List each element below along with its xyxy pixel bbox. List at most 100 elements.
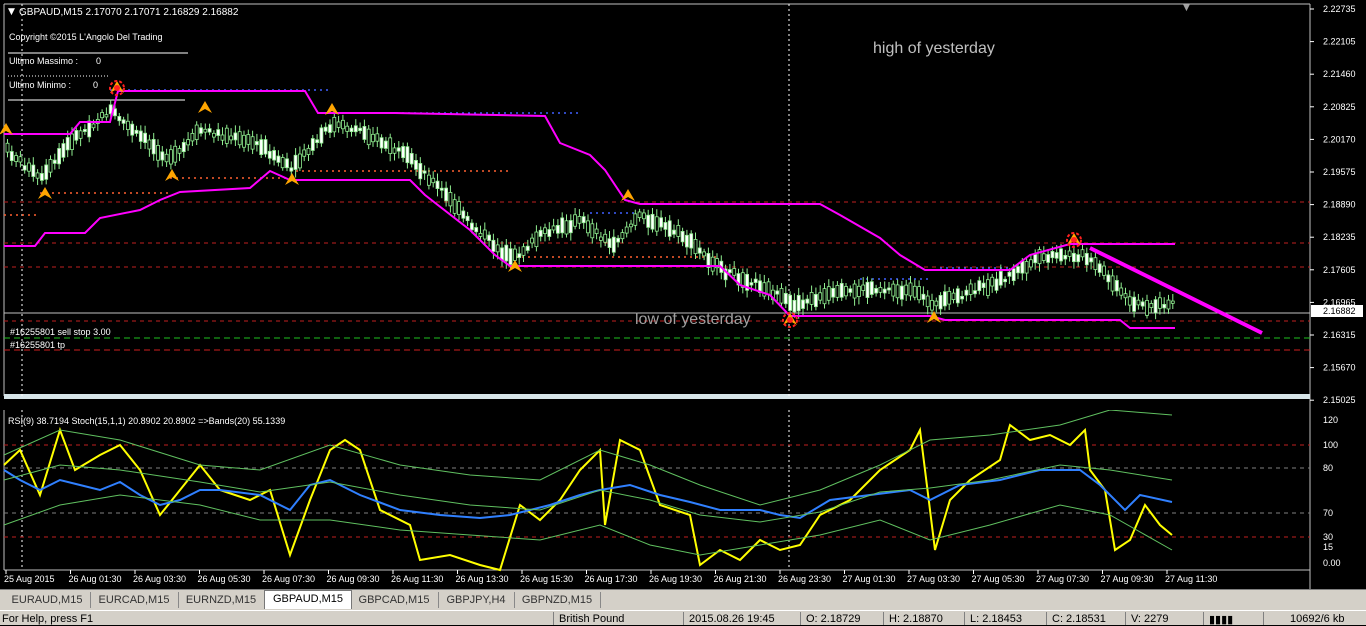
tab-euraud-m15[interactable]: EURAUD,M15 <box>4 592 91 608</box>
candle-body <box>912 285 917 298</box>
candle-body <box>560 217 565 234</box>
candle-body <box>418 163 423 180</box>
candle-body <box>796 294 801 312</box>
candle-body <box>74 130 79 141</box>
indicator-chart[interactable]: RSI(9) 38.7194 Stoch(15,1,1) 20.8902 20.… <box>0 410 1366 590</box>
time-tick-label: 26 Aug 17:30 <box>585 574 638 584</box>
candle-body <box>839 283 844 298</box>
candle-body <box>224 127 229 144</box>
time-tick-label: 26 Aug 07:30 <box>262 574 315 584</box>
candle-body <box>844 286 848 297</box>
candle-body <box>577 216 582 224</box>
price-tick-label: 2.18235 <box>1323 232 1356 242</box>
scroll-marker-icon[interactable]: ▼ <box>1183 3 1190 13</box>
collapse-arrow-icon[interactable]: ▼ <box>8 7 15 17</box>
candle-body <box>18 156 23 163</box>
tab-eurcad-m15[interactable]: EURCAD,M15 <box>90 592 179 608</box>
candle-body <box>513 248 517 261</box>
candle-body <box>814 294 818 308</box>
candle-body <box>801 299 805 309</box>
candle-body <box>955 288 960 304</box>
candle-body <box>525 245 530 251</box>
candle-body <box>1132 296 1136 312</box>
time-tick-label: 26 Aug 05:30 <box>198 574 251 584</box>
candle-body <box>586 220 590 234</box>
candle-body <box>272 150 277 161</box>
candle-body <box>775 290 780 295</box>
candle-body <box>1041 253 1046 261</box>
time-tick-label: 26 Aug 23:30 <box>778 574 831 584</box>
candle-body <box>383 140 388 149</box>
price-tick-label: 2.15025 <box>1323 395 1356 405</box>
candle-body <box>611 236 616 253</box>
candle-body <box>1080 249 1085 258</box>
candle-body <box>964 289 969 296</box>
candle-body <box>336 121 341 128</box>
candle-body <box>1127 296 1132 306</box>
candle-body <box>401 146 406 159</box>
candle-body <box>388 137 393 154</box>
candle-body <box>151 139 156 155</box>
time-tick-label: 26 Aug 13:30 <box>456 574 509 584</box>
candle-body <box>1072 252 1076 263</box>
candle-body <box>220 134 225 141</box>
tab-gbpcad-m15[interactable]: GBPCAD,M15 <box>350 592 439 608</box>
candle-body <box>259 139 264 155</box>
candle-body <box>633 213 638 226</box>
candle-body <box>1106 274 1111 283</box>
candle-body <box>676 225 681 237</box>
status-high: H: 2.18870 <box>889 613 943 625</box>
candle-body <box>14 155 19 162</box>
candle-body <box>444 187 449 202</box>
price-tick-label: 2.17605 <box>1323 265 1356 275</box>
price-chart[interactable]: ▼ GBPAUD,M15 2.17070 2.17071 2.16829 2.1… <box>0 0 1366 410</box>
candle-body <box>1050 250 1055 259</box>
candle-body <box>624 226 629 234</box>
candle-body <box>590 223 595 239</box>
candle-body <box>594 228 599 235</box>
time-tick-label: 26 Aug 21:30 <box>714 574 767 584</box>
candle-body <box>414 160 418 170</box>
candle-body <box>156 145 160 161</box>
price-tick-label: 2.18890 <box>1323 200 1356 210</box>
candle-body <box>947 290 952 305</box>
status-volume: V: 2279 <box>1131 613 1169 625</box>
candle-body <box>478 232 483 237</box>
candle-body <box>409 153 414 165</box>
annotation-high[interactable]: high of yesterday <box>873 40 995 57</box>
candle-body <box>426 174 431 186</box>
candle-body <box>22 165 27 171</box>
indicator-tick-label: 70 <box>1323 508 1333 518</box>
tab-gbpnzd-m15[interactable]: GBPNZD,M15 <box>514 592 601 608</box>
candle-body <box>422 170 427 174</box>
candle-body <box>349 127 354 132</box>
time-tick-label: 27 Aug 11:30 <box>1165 574 1217 584</box>
candle-body <box>87 120 92 138</box>
candle-body <box>57 148 61 165</box>
panel-separator[interactable] <box>4 394 1310 399</box>
candle-body <box>487 234 492 241</box>
candle-body <box>40 173 44 181</box>
annotation-low[interactable]: low of yesterday <box>635 311 751 328</box>
candle-body <box>173 145 178 163</box>
tab-gbpaud-m15[interactable]: GBPAUD,M15 <box>264 590 352 609</box>
candle-body <box>543 227 547 235</box>
tab-gbpjpy-h4[interactable]: GBPJPY,H4 <box>438 592 515 608</box>
price-axis: 2.22735 2.22105 2.21460 2.20825 2.20170 2.195… <box>1310 4 1356 405</box>
candle-body <box>702 251 706 257</box>
candle-body <box>530 237 534 244</box>
candle-body <box>27 162 31 172</box>
candle-body <box>242 134 246 148</box>
candle-body <box>697 247 702 254</box>
candle-body <box>117 115 122 122</box>
candle-body <box>461 210 466 219</box>
candle-body <box>250 136 255 150</box>
candle-body <box>147 139 152 150</box>
candle-body <box>1067 250 1072 257</box>
candle-body <box>835 285 840 298</box>
candle-body <box>452 199 457 214</box>
candle-body <box>650 213 655 230</box>
tab-eurnzd-m15[interactable]: EURNZD,M15 <box>178 592 265 608</box>
candle-body <box>310 138 315 151</box>
candle-body <box>882 288 887 294</box>
